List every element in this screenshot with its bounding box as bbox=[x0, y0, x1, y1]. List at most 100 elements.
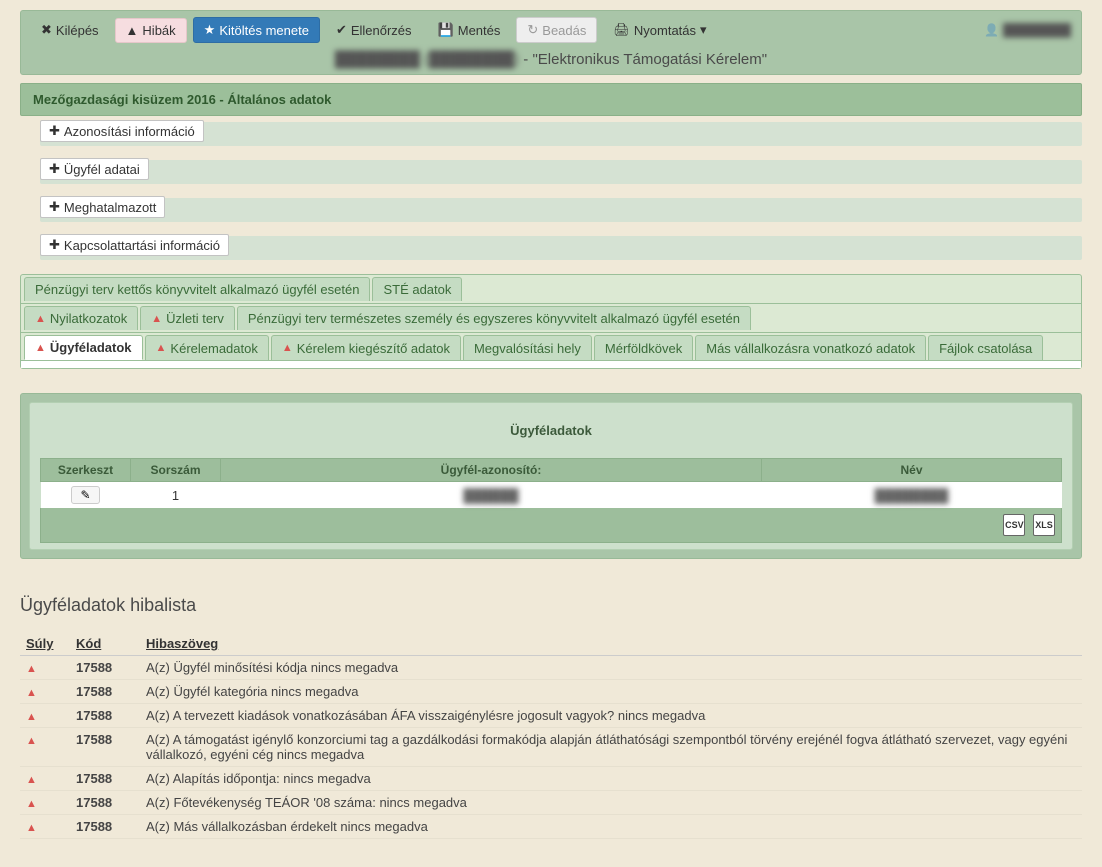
error-row: ▲17588A(z) Ügyfél kategória nincs megadv… bbox=[20, 680, 1082, 704]
collapse-label: Azonosítási információ bbox=[64, 124, 195, 139]
page-subtitle: ████████ (████████) - "Elektronikus Támo… bbox=[31, 43, 1071, 72]
tab-row: ▲Ügyféladatok▲Kérelemadatok▲Kérelem kieg… bbox=[21, 332, 1081, 360]
error-row: ▲ 17588A(z) Más vállalkozásban érdekelt n… bbox=[20, 815, 1082, 839]
warning-icon: ▲ bbox=[26, 822, 37, 834]
error-text: A(z) Más vállalkozásban érdekelt nincs m… bbox=[140, 815, 1082, 839]
plus-icon: ✚ bbox=[49, 123, 60, 139]
error-code: 17588 bbox=[70, 767, 140, 791]
errors-button[interactable]: ▲ Hibák bbox=[115, 18, 187, 43]
error-row: ▲ 17588A(z) Főtevékenység TEÁOR '08 száma… bbox=[20, 791, 1082, 815]
error-row: ▲17588A(z) A támogatást igénylő konzorci… bbox=[20, 728, 1082, 767]
tab[interactable]: Fájlok csatolása bbox=[928, 335, 1043, 360]
section-header: Mezőgazdasági kisüzem 2016 - Általános a… bbox=[20, 83, 1082, 116]
error-text: A(z) A tervezett kiadások vonatkozásában… bbox=[140, 704, 1082, 728]
tab-row: Pénzügyi terv kettős könyvvitelt alkalma… bbox=[21, 275, 1081, 301]
check-label: Ellenőrzés bbox=[351, 23, 412, 38]
tab[interactable]: Pénzügyi terv kettős könyvvitelt alkalma… bbox=[24, 277, 370, 301]
tab[interactable]: Megvalósítási hely bbox=[463, 335, 592, 360]
print-label: Nyomtatás bbox=[634, 23, 696, 38]
user-name: ████████ bbox=[1003, 23, 1071, 37]
cell-clientid: ██████ bbox=[463, 488, 518, 503]
collapse-line: ✚ Ügyfél adatai bbox=[40, 160, 1082, 184]
collapse-auth[interactable]: ✚ Meghatalmazott bbox=[40, 196, 165, 218]
tab-label: Kérelem kiegészítő adatok bbox=[297, 341, 450, 356]
subtitle-text: - "Elektronikus Támogatási Kérelem" bbox=[523, 51, 767, 68]
user-icon: 👤 bbox=[984, 23, 999, 37]
error-code: 17588 bbox=[70, 815, 140, 839]
error-code: 17588 bbox=[70, 680, 140, 704]
client-table-row: ✎ 1 ██████ ████████ bbox=[41, 482, 1062, 509]
tab[interactable]: ▲Ügyféladatok bbox=[24, 335, 143, 360]
tab[interactable]: ▲Kérelemadatok bbox=[145, 335, 269, 360]
err-col-code: Kód bbox=[70, 632, 140, 656]
close-icon: ✖ bbox=[41, 22, 52, 38]
export-xls-button[interactable]: XLS bbox=[1033, 514, 1055, 536]
tab-label: Megvalósítási hely bbox=[474, 341, 581, 356]
tab[interactable]: Más vállalkozásra vonatkozó adatok bbox=[695, 335, 926, 360]
error-table: Súly Kód Hibaszöveg ▲17588A(z) Ügyfél mi… bbox=[20, 632, 1082, 839]
collapse-contact[interactable]: ✚ Kapcsolattartási információ bbox=[40, 234, 229, 256]
tab-label: Pénzügyi terv természetes személy és egy… bbox=[248, 311, 740, 326]
col-index: Sorszám bbox=[131, 459, 221, 482]
top-toolbar: ✖ Kilépés ▲ Hibák ★ Kitöltés menete ✔ El… bbox=[20, 10, 1082, 75]
tab-label: Kérelemadatok bbox=[170, 341, 257, 356]
star-icon: ★ bbox=[204, 22, 216, 38]
save-button[interactable]: 💾 Mentés bbox=[428, 18, 511, 42]
tab[interactable]: Mérföldkövek bbox=[594, 335, 693, 360]
check-button[interactable]: ✔ Ellenőrzés bbox=[326, 18, 422, 42]
warning-icon: ▲ bbox=[26, 711, 37, 723]
tabs-container: Pénzügyi terv kettős könyvvitelt alkalma… bbox=[20, 274, 1082, 369]
tab[interactable]: ▲Nyilatkozatok bbox=[24, 306, 138, 330]
error-text: A(z) Főtevékenység TEÁOR '08 száma: ninc… bbox=[140, 791, 1082, 815]
tab-content-strip bbox=[21, 360, 1081, 368]
collapse-label: Ügyfél adatai bbox=[64, 162, 140, 177]
client-table: Szerkeszt Sorszám Ügyfél-azonosító: Név … bbox=[40, 458, 1062, 508]
subtitle-hidden: ████████ (████████) bbox=[335, 51, 519, 68]
warning-icon: ▲ bbox=[151, 313, 162, 325]
collapse-identification[interactable]: ✚ Azonosítási információ bbox=[40, 120, 204, 142]
fill-flow-label: Kitöltés menete bbox=[219, 23, 309, 38]
tab[interactable]: ▲ Üzleti terv bbox=[140, 306, 235, 330]
collapse-line: ✚ Kapcsolattartási információ bbox=[40, 236, 1082, 260]
submit-label: Beadás bbox=[542, 23, 586, 38]
err-col-sev: Súly bbox=[20, 632, 70, 656]
col-name: Név bbox=[762, 459, 1062, 482]
warning-icon: ▲ bbox=[156, 342, 167, 354]
error-text: A(z) Ügyfél kategória nincs megadva bbox=[140, 680, 1082, 704]
fill-flow-button[interactable]: ★ Kitöltés menete bbox=[193, 17, 320, 43]
error-text: A(z) A támogatást igénylő konzorciumi ta… bbox=[140, 728, 1082, 767]
error-text: A(z) Alapítás időpontja: nincs megadva bbox=[140, 767, 1082, 791]
export-csv-button[interactable]: CSV bbox=[1003, 514, 1025, 536]
error-row: ▲17588A(z) A tervezett kiadások vonatkoz… bbox=[20, 704, 1082, 728]
collapse-label: Meghatalmazott bbox=[64, 200, 157, 215]
plus-icon: ✚ bbox=[49, 161, 60, 177]
table-footer: CSV XLS bbox=[40, 508, 1062, 543]
error-code: 17588 bbox=[70, 791, 140, 815]
collapse-client-data[interactable]: ✚ Ügyfél adatai bbox=[40, 158, 149, 180]
tab-label: STÉ adatok bbox=[383, 282, 451, 297]
warning-icon: ▲ bbox=[26, 663, 37, 675]
tab-row: ▲Nyilatkozatok▲Üzleti tervPénzügyi terv … bbox=[21, 303, 1081, 330]
edit-row-button[interactable]: ✎ bbox=[71, 486, 99, 504]
tab-label: Más vállalkozásra vonatkozó adatok bbox=[706, 341, 915, 356]
caret-down-icon: ▾ bbox=[700, 22, 707, 38]
submit-icon: ↻ bbox=[527, 22, 538, 38]
errors-label: Hibák bbox=[142, 23, 175, 38]
user-area[interactable]: 👤 ████████ bbox=[984, 23, 1071, 37]
exit-button[interactable]: ✖ Kilépés bbox=[31, 18, 109, 42]
check-icon: ✔ bbox=[336, 22, 347, 38]
tab-label: Fájlok csatolása bbox=[939, 341, 1032, 356]
collapse-line: ✚ Meghatalmazott bbox=[40, 198, 1082, 222]
tab-label: Üzleti terv bbox=[166, 311, 224, 326]
tab-label: Ügyféladatok bbox=[50, 340, 132, 355]
warning-icon: ▲ bbox=[26, 798, 37, 810]
print-button[interactable]: 🖨 Nyomtatás ▾ bbox=[603, 18, 716, 42]
tab[interactable]: STÉ adatok bbox=[372, 277, 462, 301]
error-row: ▲17588A(z) Alapítás időpontja: nincs meg… bbox=[20, 767, 1082, 791]
client-panel-title: Ügyféladatok bbox=[40, 417, 1062, 458]
tab-label: Mérföldkövek bbox=[605, 341, 682, 356]
tab[interactable]: Pénzügyi terv természetes személy és egy… bbox=[237, 306, 751, 330]
error-list-title: Ügyféladatok hibalista bbox=[20, 595, 1082, 616]
tab[interactable]: ▲Kérelem kiegészítő adatok bbox=[271, 335, 461, 360]
warning-icon: ▲ bbox=[35, 313, 46, 325]
